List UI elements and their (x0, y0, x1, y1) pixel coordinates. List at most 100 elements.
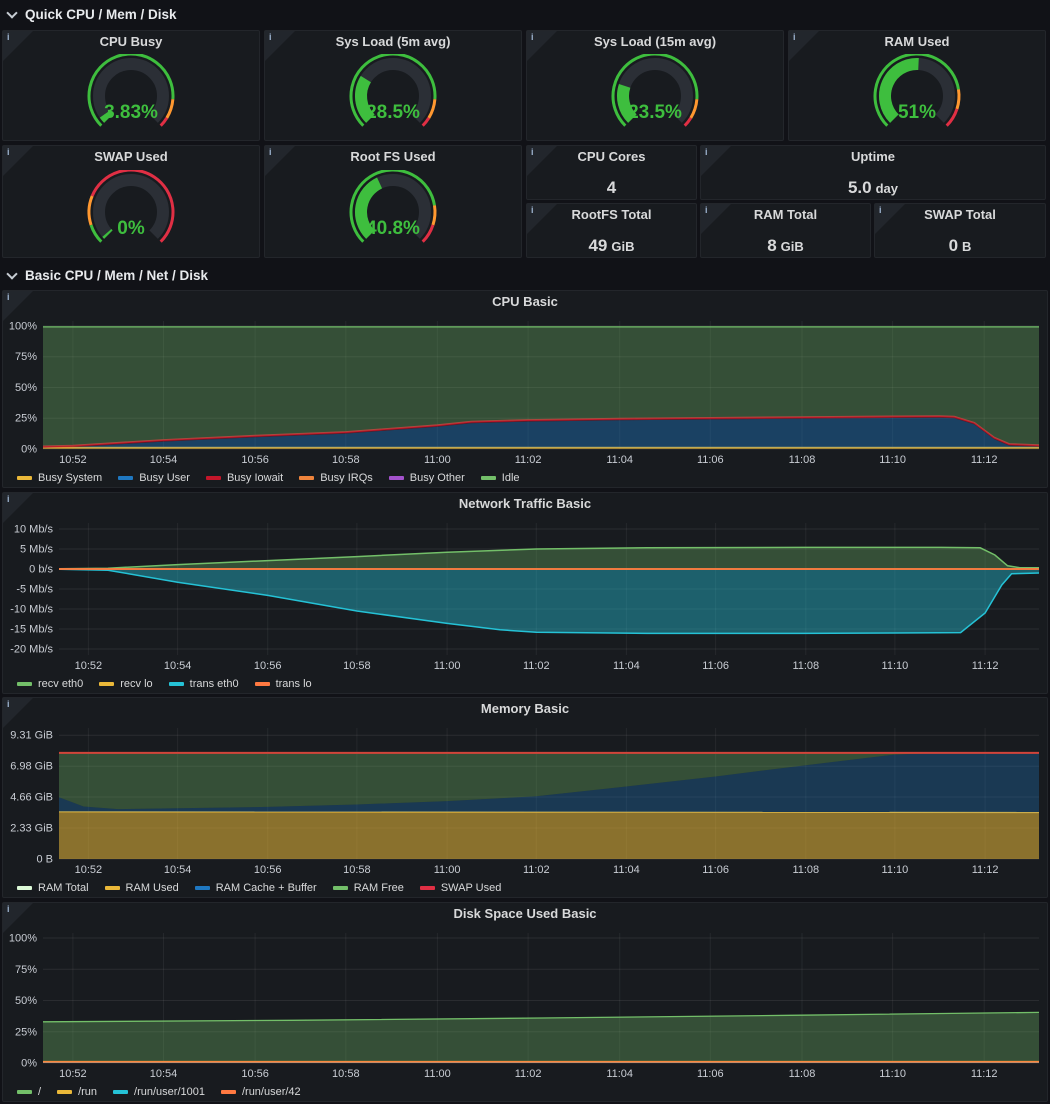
legend-swatch (481, 476, 496, 480)
legend-swatch (57, 1090, 72, 1094)
legend-label: /run/user/1001 (134, 1086, 205, 1098)
svg-text:11:02: 11:02 (515, 454, 542, 466)
legend-item[interactable]: trans lo (255, 678, 312, 690)
svg-text:11:12: 11:12 (972, 864, 999, 876)
legend-item[interactable]: /run (57, 1086, 97, 1098)
cpu-basic-chart[interactable]: 0%25%50%75%100%10:5210:5410:5610:5811:00… (3, 315, 1047, 467)
legend-label: trans eth0 (190, 678, 239, 690)
legend-swatch (17, 682, 32, 686)
legend-label: Busy User (139, 472, 190, 484)
svg-text:10:58: 10:58 (332, 454, 360, 466)
section-header-basic[interactable]: Basic CPU / Mem / Net / Disk (0, 263, 1050, 287)
svg-text:4.66 GiB: 4.66 GiB (10, 792, 53, 804)
cpu-busy-gauge: 3.83% (3, 55, 259, 140)
legend-item[interactable]: SWAP Used (420, 882, 502, 894)
svg-text:0 B: 0 B (36, 854, 53, 866)
chart-svg: 9.31 GiB6.98 GiB4.66 GiB2.33 GiB0 B10:52… (3, 722, 1047, 877)
svg-text:11:10: 11:10 (879, 1068, 906, 1080)
panel-root-fs-used: i Root FS Used 40.8% (264, 145, 522, 258)
panel-title[interactable]: Network Traffic Basic (3, 493, 1047, 517)
legend-item[interactable]: Busy User (118, 472, 190, 484)
panel-title[interactable]: Sys Load (15m avg) (527, 31, 783, 55)
legend-item[interactable]: Busy IRQs (299, 472, 373, 484)
legend-label: /run/user/42 (242, 1086, 301, 1098)
svg-text:10:54: 10:54 (150, 454, 178, 466)
legend-item[interactable]: recv eth0 (17, 678, 83, 690)
svg-text:6.98 GiB: 6.98 GiB (10, 761, 53, 773)
uptime-value: 5.0day (701, 168, 1045, 199)
svg-text:10:58: 10:58 (332, 1068, 360, 1080)
legend-item[interactable]: /run/user/42 (221, 1086, 301, 1098)
legend-item[interactable]: trans eth0 (169, 678, 239, 690)
svg-text:10:54: 10:54 (164, 864, 192, 876)
legend-swatch (255, 682, 270, 686)
legend-swatch (169, 682, 184, 686)
info-icon: i (7, 32, 10, 42)
panel-title[interactable]: Memory Basic (3, 698, 1047, 722)
legend-item[interactable]: Idle (481, 472, 520, 484)
info-icon: i (7, 147, 10, 157)
svg-text:11:06: 11:06 (702, 660, 729, 672)
svg-text:10:54: 10:54 (164, 660, 192, 672)
svg-text:50%: 50% (15, 382, 37, 394)
info-icon: i (7, 292, 10, 302)
stat-value: 4 (607, 178, 616, 198)
svg-text:11:12: 11:12 (972, 660, 999, 672)
svg-text:11:10: 11:10 (879, 454, 906, 466)
panel-title[interactable]: Uptime (701, 146, 1045, 170)
legend-swatch (17, 1090, 32, 1094)
svg-text:11:08: 11:08 (792, 660, 819, 672)
section-header-quick[interactable]: Quick CPU / Mem / Disk (0, 2, 1050, 26)
legend-swatch (206, 476, 221, 480)
svg-text:10:56: 10:56 (254, 864, 282, 876)
legend-item[interactable]: Busy Iowait (206, 472, 283, 484)
memory-basic-chart[interactable]: 9.31 GiB6.98 GiB4.66 GiB2.33 GiB0 B10:52… (3, 722, 1047, 877)
svg-text:11:02: 11:02 (523, 660, 550, 672)
network-traffic-basic-chart[interactable]: 10 Mb/s5 Mb/s0 b/s-5 Mb/s-10 Mb/s-15 Mb/… (3, 517, 1047, 673)
legend-swatch (113, 1090, 128, 1094)
panel-title[interactable]: Sys Load (5m avg) (265, 31, 521, 55)
ram-used-gauge: 51% (789, 55, 1045, 140)
svg-text:10:58: 10:58 (343, 660, 371, 672)
svg-text:25%: 25% (15, 413, 37, 425)
panel-ram-used: i RAM Used 51% (788, 30, 1046, 141)
panel-title[interactable]: Disk Space Used Basic (3, 903, 1047, 927)
info-icon: i (7, 494, 10, 504)
svg-text:10:56: 10:56 (241, 454, 269, 466)
cpu-cores-value: 4 (527, 168, 696, 199)
legend-item[interactable]: / (17, 1086, 41, 1098)
panel-cpu-busy: i CPU Busy 3.83% (2, 30, 260, 141)
svg-text:10:52: 10:52 (75, 660, 103, 672)
svg-text:0%: 0% (21, 444, 37, 456)
svg-text:0 b/s: 0 b/s (29, 564, 53, 576)
svg-text:40.8%: 40.8% (366, 218, 420, 239)
svg-text:10:52: 10:52 (59, 1068, 87, 1080)
legend-item[interactable]: Busy Other (389, 472, 465, 484)
svg-text:11:04: 11:04 (606, 1068, 633, 1080)
panel-title[interactable]: SWAP Used (3, 146, 259, 170)
legend-item[interactable]: /run/user/1001 (113, 1086, 205, 1098)
panel-rootfs-total: i RootFS Total 49GiB (526, 203, 697, 258)
legend-item[interactable]: recv lo (99, 678, 152, 690)
legend-item[interactable]: RAM Free (333, 882, 404, 894)
legend-item[interactable]: Busy System (17, 472, 102, 484)
panel-title[interactable]: Root FS Used (265, 146, 521, 170)
svg-text:100%: 100% (9, 933, 37, 945)
legend-swatch (118, 476, 133, 480)
panel-title[interactable]: CPU Busy (3, 31, 259, 55)
legend-swatch (105, 886, 120, 890)
legend-item[interactable]: RAM Cache + Buffer (195, 882, 317, 894)
stat-value: 0 (949, 236, 958, 256)
stat-unit: day (876, 181, 898, 196)
svg-text:50%: 50% (15, 995, 37, 1007)
legend-item[interactable]: RAM Used (105, 882, 179, 894)
svg-text:11:06: 11:06 (697, 1068, 724, 1080)
svg-text:10:54: 10:54 (150, 1068, 178, 1080)
svg-text:11:10: 11:10 (882, 864, 909, 876)
disk-space-used-basic-chart[interactable]: 0%25%50%75%100%10:5210:5410:5610:5811:00… (3, 927, 1047, 1081)
panel-title[interactable]: CPU Basic (3, 291, 1047, 315)
panel-title[interactable]: RAM Used (789, 31, 1045, 55)
legend-swatch (299, 476, 314, 480)
legend-item[interactable]: RAM Total (17, 882, 89, 894)
info-icon: i (269, 147, 272, 157)
